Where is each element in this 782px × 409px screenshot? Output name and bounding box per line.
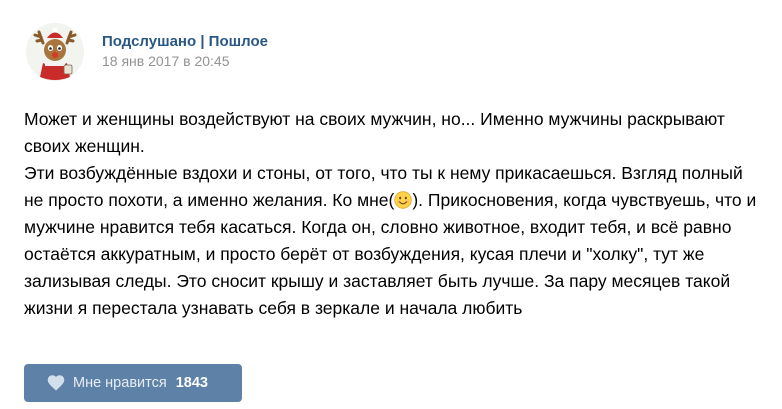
- avatar[interactable]: [26, 23, 84, 81]
- like-count: 1843: [175, 375, 208, 391]
- post-date[interactable]: 18 янв 2017 в 20:45: [102, 53, 268, 70]
- like-label: Мне нравится: [73, 375, 167, 391]
- post-text: Может и женщины воздействуют на своих му…: [24, 106, 764, 322]
- author-link[interactable]: Подслушано | Пошлое: [102, 33, 268, 51]
- post-paragraph-1: Может и женщины воздействуют на своих му…: [24, 109, 725, 156]
- smiling-face-emoji-icon: [394, 190, 413, 209]
- heart-icon: [47, 375, 65, 391]
- reindeer-avatar-icon: [26, 23, 84, 81]
- post-card: Подслушано | Пошлое 18 янв 2017 в 20:45 …: [0, 0, 782, 409]
- post-header: Подслушано | Пошлое 18 янв 2017 в 20:45: [102, 33, 268, 70]
- post-paragraph-2: Эти возбуждённые вздохи и стоны, от того…: [24, 160, 764, 322]
- like-button[interactable]: Мне нравится 1843: [24, 364, 242, 402]
